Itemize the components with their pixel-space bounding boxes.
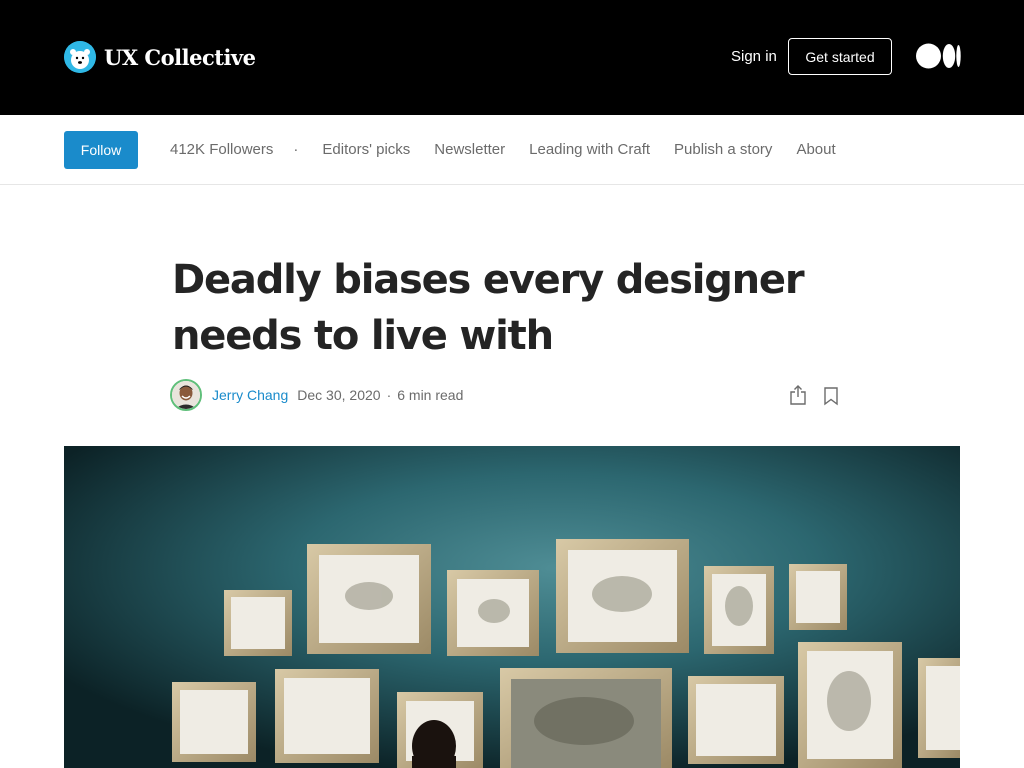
author-avatar[interactable] bbox=[170, 379, 202, 411]
nav-link-about[interactable]: About bbox=[796, 141, 835, 158]
publication-nav-items: 412K Followers · Editors' picks Newslett… bbox=[170, 141, 860, 158]
bookmark-icon[interactable] bbox=[822, 386, 840, 406]
nav-separator: · bbox=[293, 141, 299, 158]
nav-link-newsletter[interactable]: Newsletter bbox=[434, 141, 505, 158]
article-byline: Jerry Chang Dec 30, 2020 · 6 min read bbox=[170, 378, 463, 412]
publish-date[interactable]: Dec 30, 2020 bbox=[297, 387, 380, 403]
article-title: Deadly biases every designer needs to li… bbox=[172, 257, 805, 359]
author-name[interactable]: Jerry Chang bbox=[212, 387, 288, 403]
get-started-button[interactable]: Get started bbox=[788, 38, 892, 75]
site-header: UX Collective Sign in Get started bbox=[0, 0, 1024, 115]
nav-link-publish-a-story[interactable]: Publish a story bbox=[674, 141, 772, 158]
read-time: 6 min read bbox=[397, 387, 464, 403]
share-icon[interactable] bbox=[788, 384, 808, 406]
brand[interactable]: UX Collective bbox=[64, 41, 256, 73]
nav-link-editors-picks[interactable]: Editors' picks bbox=[322, 141, 410, 158]
followers-count[interactable]: 412K Followers bbox=[170, 141, 273, 158]
medium-logo-icon[interactable] bbox=[916, 43, 961, 69]
follow-button[interactable]: Follow bbox=[64, 131, 138, 169]
byline-separator: · bbox=[386, 387, 392, 403]
hero-image bbox=[64, 446, 960, 768]
publication-nav: Follow 412K Followers · Editors' picks N… bbox=[0, 115, 1024, 185]
sign-in-link[interactable]: Sign in bbox=[731, 48, 777, 65]
polar-bear-icon bbox=[64, 41, 96, 73]
nav-link-leading-with-craft[interactable]: Leading with Craft bbox=[529, 141, 650, 158]
brand-name: UX Collective bbox=[104, 44, 256, 70]
